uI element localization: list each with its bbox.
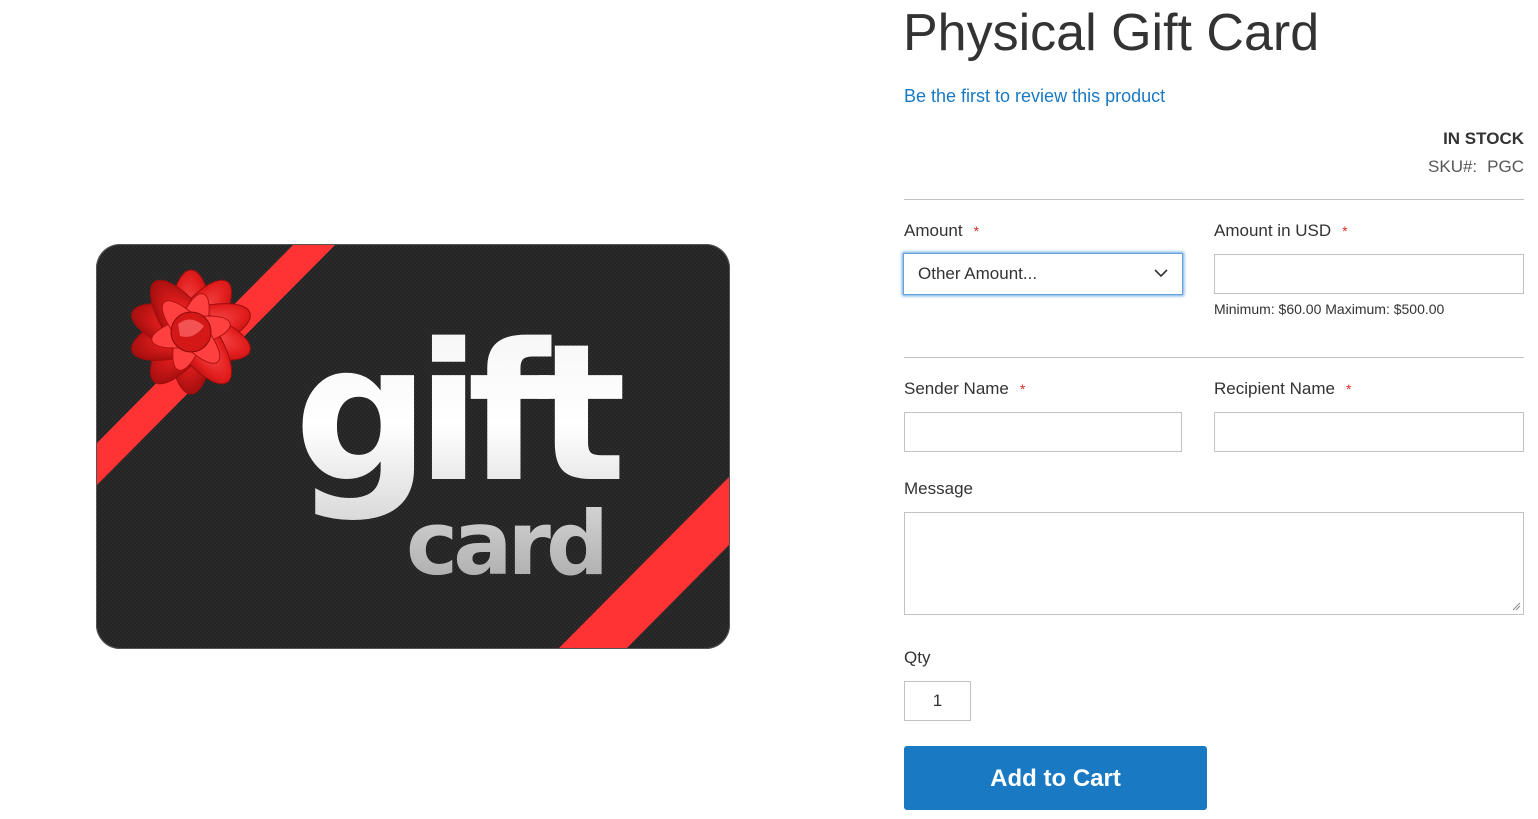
amount-range-note: Minimum: $60.00 Maximum: $500.00 [1214, 301, 1445, 317]
amount-usd-label: Amount in USD * [1214, 220, 1348, 242]
divider [904, 357, 1524, 358]
amount-label: Amount * [904, 220, 979, 242]
card-text-gift: gift [294, 303, 623, 524]
sender-name-label: Sender Name * [904, 378, 1025, 400]
recipient-name-label-text: Recipient Name [1214, 379, 1335, 398]
required-marker: * [973, 223, 980, 239]
gift-card-graphic: gift card [96, 244, 730, 649]
sender-name-input[interactable] [904, 412, 1182, 452]
recipient-name-label: Recipient Name * [1214, 378, 1351, 400]
required-marker: * [1019, 381, 1026, 397]
message-textarea[interactable] [904, 512, 1524, 615]
add-to-cart-button[interactable]: Add to Cart [904, 746, 1207, 810]
amount-select-value: Other Amount... [918, 264, 1038, 283]
product-page: gift card Physical Gift Card Be the firs… [0, 0, 1538, 819]
qty-label: Qty [904, 648, 931, 667]
card-text-card: card [406, 492, 604, 595]
amount-usd-input[interactable] [1214, 254, 1524, 294]
sku-value: PGC [1487, 157, 1524, 176]
sku-label: SKU#: [1428, 157, 1478, 176]
stock-status: IN STOCK [1443, 129, 1524, 148]
required-marker: * [1345, 381, 1352, 397]
recipient-name-input[interactable] [1214, 412, 1524, 452]
sender-name-label-text: Sender Name [904, 379, 1009, 398]
sku: SKU#: PGC [1428, 156, 1524, 178]
message-label: Message [904, 479, 973, 498]
review-link[interactable]: Be the first to review this product [904, 84, 1165, 108]
amount-usd-label-text: Amount in USD [1214, 221, 1332, 240]
product-image: gift card [96, 244, 730, 649]
page-title: Physical Gift Card [903, 4, 1320, 62]
required-marker: * [1342, 223, 1348, 239]
amount-select[interactable]: Other Amount... [903, 253, 1183, 295]
chevron-down-icon [1154, 269, 1168, 278]
divider [904, 199, 1524, 200]
amount-label-text: Amount [904, 221, 963, 240]
qty-input[interactable]: 1 [904, 681, 971, 721]
resize-handle-icon[interactable] [1511, 601, 1521, 611]
